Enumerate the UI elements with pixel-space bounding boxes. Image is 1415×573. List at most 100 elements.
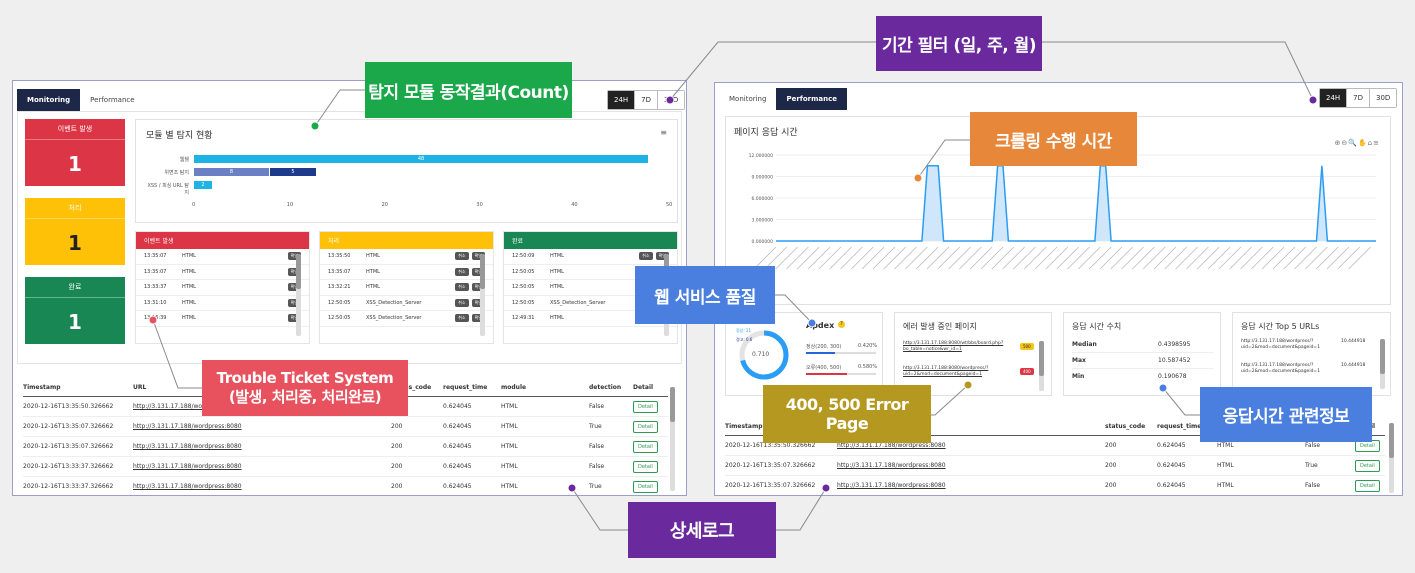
range-30d-button[interactable]: 30D <box>1369 89 1397 107</box>
list-item[interactable]: 12:50:05XSS_Detection_Server취소확인 <box>320 296 493 311</box>
detail-button[interactable]: Detail <box>633 480 658 493</box>
column-header[interactable]: status_code <box>1105 423 1157 430</box>
bar-segment[interactable]: 5 <box>269 168 317 176</box>
url-link[interactable]: http://3.131.17.188/wordpress:8080 <box>133 483 391 490</box>
range-7d-button[interactable]: 7D <box>634 91 658 109</box>
tab-performance[interactable]: Performance <box>80 89 144 111</box>
stat-processing[interactable]: 처리 1 <box>25 198 125 265</box>
url-link[interactable]: http://3.131.17.188/wordpress:8080 <box>837 482 1105 489</box>
column-header[interactable]: detection <box>589 384 633 391</box>
y-tick-label: 3.000000 <box>752 218 774 224</box>
stat-processing-label: 처리 <box>25 198 125 219</box>
table-cell: 0.624045 <box>1157 482 1186 489</box>
x-tick-mark <box>872 246 896 270</box>
cancel-button[interactable]: 취소 <box>455 298 469 307</box>
cancel-button[interactable]: 취소 <box>639 252 653 261</box>
top5-scrollbar[interactable] <box>1380 339 1385 389</box>
table-cell: False <box>1305 442 1321 449</box>
list-item[interactable]: 13:35:07 HTML 취소 확인 <box>320 265 493 280</box>
error-page-link[interactable]: http://3.131.17.188:8080/wt/bbs/board.ph… <box>903 341 1018 353</box>
list-item[interactable]: 12:50:05XSS_Detection_Server취소확인 <box>320 311 493 327</box>
range-24h-button[interactable]: 24H <box>1320 89 1347 107</box>
callout-error-page: 400, 500 Error Page <box>763 385 931 443</box>
table-cell: 0.624045 <box>443 423 472 430</box>
range-30d-button[interactable]: 30D <box>657 91 685 109</box>
panel-tabs: Monitoring Performance <box>719 88 847 110</box>
list-item[interactable]: 13:16:39 HTML 확인 <box>136 311 309 327</box>
stat-value: 10.587452 <box>1158 357 1191 364</box>
callout-trouble-ticket: Trouble Ticket System (발생, 처리중, 처리완료) <box>202 360 408 416</box>
tab-monitoring[interactable]: Monitoring <box>719 88 776 110</box>
bar-segment[interactable]: 8 <box>194 168 269 176</box>
bar-segment[interactable]: 48 <box>194 155 649 163</box>
help-icon[interactable]: ? <box>838 321 845 328</box>
list-scrollbar[interactable] <box>480 254 485 336</box>
list-item-kind: HTML <box>182 268 196 275</box>
callout-detail-log: 상세로그 <box>628 502 776 558</box>
detail-button[interactable]: Detail <box>1355 459 1380 472</box>
table-row: 2020-12-16T13:33:37.326662 http://3.131.1… <box>23 477 668 495</box>
error-page-link[interactable]: http://3.131.17.188:8080/wordpress/?uid=… <box>903 366 1018 378</box>
column-header[interactable]: request_time <box>443 384 501 391</box>
x-tick-mark <box>905 246 928 270</box>
list-item[interactable]: 13:32:21 HTML 취소 확인 <box>320 280 493 296</box>
cancel-button[interactable]: 취소 <box>455 267 469 276</box>
detail-button[interactable]: Detail <box>1355 479 1380 492</box>
column-header[interactable]: Detail <box>633 384 668 391</box>
apdex-score: 0.710 <box>752 351 770 358</box>
cancel-button[interactable]: 취소 <box>455 252 469 261</box>
detail-button[interactable]: Detail <box>633 400 658 413</box>
table-scrollbar[interactable] <box>670 387 675 491</box>
table-cell: HTML <box>1217 442 1234 449</box>
stat-event[interactable]: 이벤트 발생 1 <box>25 119 125 186</box>
tab-monitoring[interactable]: Monitoring <box>17 89 81 111</box>
list-item[interactable]: 13:35:07 HTML 확인 <box>136 265 309 280</box>
top5-url[interactable]: http://3.131.17.188/wordpress/?uid=2&mod… <box>1241 339 1336 351</box>
table-row: 2020-12-16T13:35:07.326662 http://3.131.1… <box>725 456 1385 476</box>
cancel-button[interactable]: 취소 <box>455 314 469 323</box>
table-cell: 200 <box>1105 442 1117 449</box>
list-item-time: 13:16:39 <box>144 315 167 322</box>
error-list-scrollbar[interactable] <box>1039 341 1044 391</box>
error-pages-card: 에러 발생 중인 페이지 http://3.131.17.188:8080/wt… <box>894 312 1052 396</box>
detail-button[interactable]: Detail <box>633 420 658 433</box>
table-cell: True <box>589 423 602 430</box>
tab-performance[interactable]: Performance <box>776 88 847 110</box>
url-link[interactable]: http://3.131.17.188/wordpress:8080 <box>133 423 391 430</box>
url-link[interactable]: http://3.131.17.188/wordpress:8080 <box>837 442 1105 449</box>
bar-segment[interactable]: 2 <box>194 181 212 189</box>
column-header[interactable]: module <box>501 384 589 391</box>
list-item[interactable]: 13:35:50 HTML 취소 확인 <box>320 249 493 265</box>
list-item[interactable]: 13:35:07 HTML 확인 <box>136 249 309 265</box>
top5-url[interactable]: http://3.131.17.188/wordpress/?uid=2&mod… <box>1241 363 1336 375</box>
list-scrollbar[interactable] <box>296 254 301 336</box>
x-tick-mark <box>1121 246 1144 270</box>
x-tick-mark <box>861 246 885 270</box>
x-tick-mark <box>1175 246 1198 270</box>
list-item[interactable]: 13:33:37 HTML 확인 <box>136 280 309 296</box>
series-line[interactable] <box>776 165 1376 242</box>
list-item[interactable]: 12:50:09 HTML 취소 확인 <box>504 249 677 265</box>
list-item[interactable]: 13:31:10 HTML 확인 <box>136 296 309 311</box>
list-item-time: 13:35:50 <box>328 253 351 260</box>
range-7d-button[interactable]: 7D <box>1346 89 1370 107</box>
x-tick-label: 50 <box>666 202 673 208</box>
cancel-button[interactable]: 취소 <box>455 283 469 292</box>
error-pages-title: 에러 발생 중인 페이지 <box>903 322 977 331</box>
x-tick-mark <box>1261 246 1285 270</box>
column-header[interactable]: Timestamp <box>23 384 133 391</box>
url-link[interactable]: http://3.131.17.188/wordpress:8080 <box>133 443 391 450</box>
x-tick-mark <box>1110 246 1134 270</box>
stat-done[interactable]: 완료 1 <box>25 277 125 344</box>
url-link[interactable]: http://3.131.17.188/wordpress:8080 <box>133 463 391 470</box>
stat-row-min: Min 0.190678 <box>1072 369 1214 384</box>
table-scrollbar[interactable] <box>1389 423 1394 493</box>
detail-button[interactable]: Detail <box>633 440 658 453</box>
apdex-normal-bar <box>806 352 876 354</box>
x-tick-mark <box>1164 246 1188 270</box>
url-link[interactable]: http://3.131.17.188/wordpress:8080 <box>837 462 1105 469</box>
range-24h-button[interactable]: 24H <box>608 91 635 109</box>
detail-button[interactable]: Detail <box>633 460 658 473</box>
list-item-time: 13:32:21 <box>328 284 351 291</box>
bar-category-label: 웹쉘 <box>179 157 189 163</box>
